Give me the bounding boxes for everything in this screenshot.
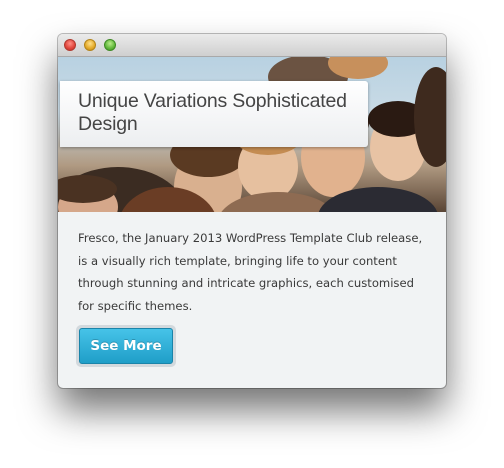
minimize-window-button[interactable] <box>84 39 96 51</box>
headline: Unique Variations Sophisticated Design <box>78 90 347 135</box>
title-bar <box>58 34 446 57</box>
close-window-button[interactable] <box>64 39 76 51</box>
hero-image: Unique Variations Sophisticated Design <box>58 57 446 212</box>
see-more-button[interactable]: See More <box>79 328 173 364</box>
app-window: Unique Variations Sophisticated Design F… <box>58 34 446 388</box>
zoom-window-button[interactable] <box>104 39 116 51</box>
headline-card: Unique Variations Sophisticated Design <box>60 81 368 147</box>
description-text: Fresco, the January 2013 WordPress Templ… <box>78 231 423 313</box>
see-more-button-frame: See More <box>76 325 176 367</box>
